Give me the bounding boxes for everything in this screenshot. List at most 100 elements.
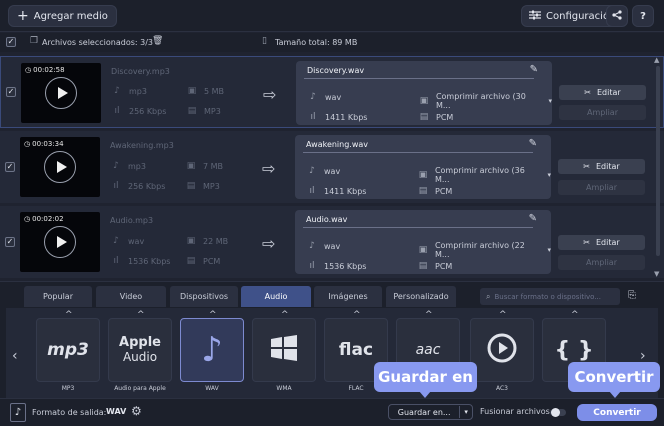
format-wav[interactable]: ^ ♪ <box>180 310 244 382</box>
media-thumbnail[interactable]: ◷ 00:03:34 <box>20 137 100 197</box>
edit-button[interactable]: ✂ Editar <box>558 235 645 250</box>
format-apple-audio[interactable]: ^ Apple Audio <box>108 310 172 382</box>
export-icon[interactable]: ⎘ <box>628 290 636 301</box>
tab-video[interactable]: Video <box>96 286 166 307</box>
chevron-up-icon[interactable]: ^ <box>571 310 579 320</box>
format-wma[interactable]: ^ <box>252 310 316 382</box>
files-icon: ❐ <box>30 36 39 46</box>
scroll-up-icon[interactable]: ▲ <box>654 56 659 64</box>
pencil-icon[interactable]: ✎ <box>529 213 537 224</box>
chevron-up-icon[interactable]: ^ <box>281 310 289 320</box>
compress-dropdown[interactable]: ▣ Comprimir archivo (22 M... ▾ <box>417 241 551 259</box>
codec-icon: ▤ <box>186 181 196 191</box>
bitrate-icon: ıl <box>114 106 120 116</box>
pencil-icon[interactable]: ✎ <box>529 138 537 149</box>
trash-icon[interactable]: 🗑 <box>152 36 163 46</box>
aac-logo-icon: aac <box>415 342 441 358</box>
selected-count: Archivos seleccionados: 3/3 <box>42 38 153 47</box>
file-row[interactable]: ✓ ◷ 00:02:58 Discovery.mp3 ♪ mp3 ▣ 5 MB ıl 2… <box>0 56 664 128</box>
format-list: ‹ ^ mp3 MP3 ^ Apple Audio Audio para App… <box>6 308 658 398</box>
duration: ◷ 00:02:58 <box>25 66 65 74</box>
chevron-down-icon: ▾ <box>464 408 468 416</box>
chevron-up-icon[interactable]: ^ <box>425 310 433 320</box>
source-filename: Audio.mp3 <box>110 216 154 225</box>
target-filename[interactable]: Awakening.wav <box>306 140 368 149</box>
chevron-up-icon[interactable]: ^ <box>499 310 507 320</box>
document-icon: ▯ <box>262 36 267 46</box>
edit-button[interactable]: ✂ Editar <box>559 85 646 100</box>
tab-popular[interactable]: Popular <box>24 286 92 307</box>
tab-devices[interactable]: Dispositivos <box>170 286 238 307</box>
play-button[interactable] <box>44 226 76 258</box>
media-thumbnail[interactable]: ◷ 00:02:58 <box>21 63 101 123</box>
format-search-input[interactable]: ⌕ Buscar formato o dispositivo... <box>480 288 620 305</box>
source-codec: ▤ MP3 <box>186 181 220 191</box>
target-filename[interactable]: Discovery.wav <box>307 66 364 75</box>
file-row[interactable]: ✓ ◷ 00:02:02 Audio.mp3 ♪ wav ▣ 22 MB ıl 1536… <box>0 206 664 278</box>
play-button[interactable] <box>45 77 77 109</box>
format-label: WMA <box>276 385 292 392</box>
target-filename[interactable]: Audio.wav <box>306 215 347 224</box>
extend-button[interactable]: Ampliar <box>558 180 645 195</box>
gear-icon[interactable]: ⚙ <box>131 404 142 418</box>
target-codec: ▤ PCM <box>418 261 453 271</box>
compress-dropdown[interactable]: ▣ Comprimir archivo (36 M... ▾ <box>417 166 551 184</box>
chevron-up-icon[interactable]: ^ <box>137 310 145 320</box>
format-ac3[interactable]: ^ <box>470 310 534 382</box>
source-filename: Discovery.mp3 <box>111 67 170 76</box>
help-button[interactable]: ? <box>632 5 654 27</box>
tab-custom[interactable]: Personalizado <box>386 286 456 307</box>
target-format: ♪ wav <box>307 92 341 102</box>
bitrate-icon: ıl <box>309 186 315 196</box>
share-button[interactable] <box>606 5 628 27</box>
target-format: ♪ wav <box>306 241 340 251</box>
chevron-up-icon[interactable]: ^ <box>353 310 361 320</box>
disk-icon: ▣ <box>418 170 428 180</box>
format-mp3[interactable]: ^ mp3 <box>36 310 100 382</box>
file-checkbox[interactable]: ✓ <box>5 237 15 247</box>
scroll-down-icon[interactable]: ▼ <box>654 270 659 278</box>
add-media-button[interactable]: + Agregar medio <box>8 5 117 27</box>
chevron-up-icon[interactable]: ^ <box>65 310 73 320</box>
file-list-scrollbar[interactable]: ▲ ▼ <box>654 56 662 280</box>
convert-button[interactable]: Convertir <box>577 404 657 421</box>
format-label: Audio para Apple <box>114 385 166 392</box>
source-bitrate: ıl 256 Kbps <box>110 181 165 191</box>
source-bitrate: ıl 256 Kbps <box>111 106 166 116</box>
settings-label: Configuración <box>546 10 616 22</box>
tab-audio[interactable]: Audio <box>241 286 311 307</box>
file-checkbox[interactable]: ✓ <box>6 87 16 97</box>
chevron-up-icon[interactable]: ^ <box>209 310 217 320</box>
compress-dropdown[interactable]: ▣ Comprimir archivo (30 M... ▾ <box>418 92 552 110</box>
merge-files-toggle[interactable] <box>550 408 566 417</box>
duration: ◷ 00:03:34 <box>24 140 64 148</box>
play-button[interactable] <box>44 151 76 183</box>
file-row[interactable]: ✓ ◷ 00:03:34 Awakening.mp3 ♪ mp3 ▣ 7 MB ıl 2… <box>0 131 664 203</box>
music-note-icon: ♪ <box>310 92 316 102</box>
media-thumbnail[interactable]: ◷ 00:02:02 <box>20 212 100 272</box>
ac3-play-icon <box>486 332 518 368</box>
codec-icon: ▤ <box>418 186 428 196</box>
select-all-checkbox[interactable]: ✓ <box>6 37 16 47</box>
bottom-bar: ♪ Formato de salida: WAV ⚙ Guardar en...… <box>0 398 664 426</box>
save-to-dropdown[interactable]: Guardar en... ▾ <box>388 404 473 420</box>
pencil-icon[interactable]: ✎ <box>530 64 538 75</box>
music-note-icon: ♪ <box>113 161 119 171</box>
tab-images[interactable]: Imágenes <box>314 286 382 307</box>
chevron-down-icon: ▾ <box>547 171 551 179</box>
save-to-tooltip: Guardar en <box>374 362 477 392</box>
selection-bar: ✓ ❐ Archivos seleccionados: 3/3 🗑 ▯ Tama… <box>0 33 664 52</box>
format-label: WAV <box>205 385 219 392</box>
edit-button[interactable]: ✂ Editar <box>558 159 645 174</box>
apple-audio-icon: Apple Audio <box>119 335 161 364</box>
file-checkbox[interactable]: ✓ <box>5 162 15 172</box>
scroll-thumb[interactable] <box>656 66 660 256</box>
mp3-logo-icon: mp3 <box>47 340 89 360</box>
extend-button[interactable]: Ampliar <box>558 255 645 270</box>
total-size: Tamaño total: 89 MB <box>275 38 358 47</box>
disk-icon: ▣ <box>418 245 428 255</box>
play-icon <box>56 236 67 248</box>
source-filename: Awakening.mp3 <box>110 141 174 150</box>
extend-button[interactable]: Ampliar <box>559 105 646 120</box>
chevron-left-icon[interactable]: ‹ <box>12 348 18 364</box>
